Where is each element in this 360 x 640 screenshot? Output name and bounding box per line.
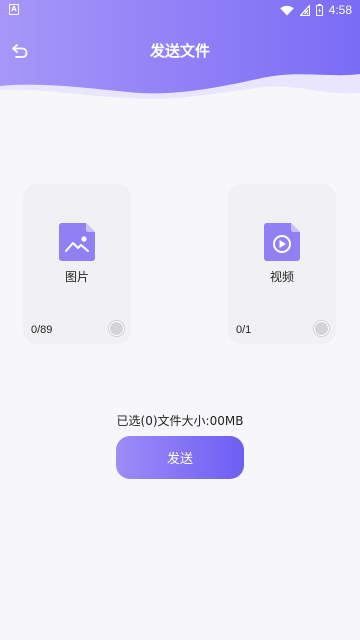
card-label: 图片 — [64, 270, 89, 284]
status-bar: A 4:58 — [0, 0, 360, 20]
selection-summary: 已选(0)文件大小:00MB — [116, 414, 244, 428]
pictures-card[interactable]: 图片 0/89 — [23, 184, 131, 344]
status-time: 4:58 — [328, 3, 352, 17]
select-radio[interactable] — [109, 321, 124, 336]
status-icons: 4:58 — [279, 3, 352, 17]
page-title: 发送文件 — [149, 42, 210, 60]
battery-icon — [315, 4, 323, 16]
notification-app-icon: A — [9, 4, 19, 15]
signal-off-icon — [299, 4, 310, 16]
card-count: 0/89 — [31, 324, 53, 336]
wifi-icon — [279, 5, 294, 15]
image-file-icon — [59, 223, 95, 261]
videos-card[interactable]: 视频 0/1 — [228, 184, 336, 344]
send-button[interactable]: 发送 — [116, 436, 244, 479]
card-label: 视频 — [269, 270, 294, 284]
card-count: 0/1 — [236, 324, 252, 336]
video-file-icon — [264, 223, 300, 261]
select-radio[interactable] — [314, 321, 329, 336]
header: A 4:58 发送文件 — [0, 0, 360, 105]
